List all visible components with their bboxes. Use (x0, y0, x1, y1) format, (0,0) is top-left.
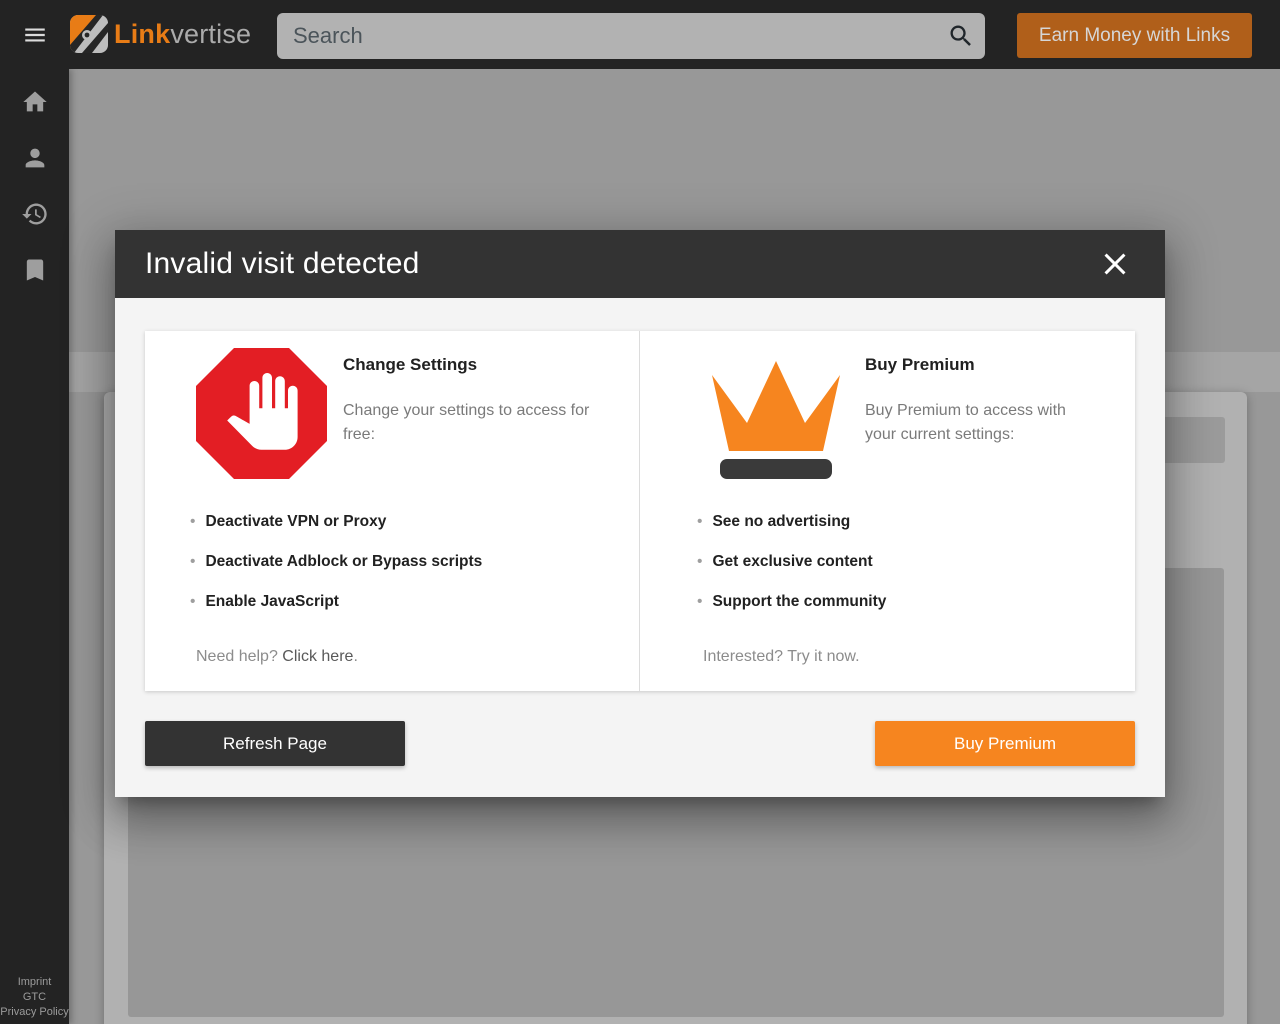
sidebar-item-profile[interactable] (0, 144, 69, 172)
click-here-link[interactable]: Click here (282, 648, 353, 665)
search-input[interactable] (277, 13, 937, 59)
change-settings-bullets: Deactivate VPN or Proxy Deactivate Adblo… (190, 514, 482, 634)
modal-body: Change Settings Change your settings to … (115, 298, 1165, 797)
buy-premium-button[interactable]: Buy Premium (875, 721, 1135, 766)
interested-line: Interested? Try it now. (703, 648, 860, 666)
bullet-item: Deactivate Adblock or Bypass scripts (190, 554, 482, 570)
home-icon (21, 88, 49, 116)
need-help-text: Need help? (196, 648, 278, 665)
change-settings-description: Change your settings to access for free: (343, 399, 593, 447)
person-icon (21, 144, 49, 172)
bullet-item: Enable JavaScript (190, 594, 482, 610)
change-settings-heading: Change Settings (343, 355, 593, 375)
gtc-link[interactable]: GTC (0, 990, 69, 1005)
privacy-policy-link[interactable]: Privacy Policy (0, 1005, 69, 1020)
bullet-item: Deactivate VPN or Proxy (190, 514, 482, 530)
linkvertise-logo-icon (70, 15, 108, 53)
bullet-item: See no advertising (697, 514, 886, 530)
modal-header: Invalid visit detected (115, 230, 1165, 298)
sidebar-item-history[interactable] (0, 200, 69, 228)
buy-premium-column: Buy Premium Buy Premium to access with y… (640, 331, 1135, 691)
options-card: Change Settings Change your settings to … (145, 331, 1135, 691)
imprint-link[interactable]: Imprint (0, 975, 69, 990)
buy-premium-heading: Buy Premium (865, 355, 1095, 375)
invalid-visit-modal: Invalid visit detected Change Settings (115, 230, 1165, 797)
buy-premium-text: Buy Premium Buy Premium to access with y… (865, 355, 1095, 447)
sidebar: Imprint GTC Privacy Policy (0, 69, 69, 1024)
sidebar-footer: Imprint GTC Privacy Policy (0, 975, 69, 1020)
history-icon (21, 200, 49, 228)
earn-money-button[interactable]: Earn Money with Links (1017, 13, 1252, 58)
linkvertise-logo[interactable]: Linkvertise (70, 15, 251, 53)
change-settings-text: Change Settings Change your settings to … (343, 355, 593, 447)
logo-text: Linkvertise (114, 19, 251, 50)
refresh-page-button[interactable]: Refresh Page (145, 721, 405, 766)
need-help-line: Need help? Click here. (196, 648, 358, 666)
bullet-item: Get exclusive content (697, 554, 886, 570)
menu-icon[interactable] (22, 22, 48, 48)
top-header: Linkvertise Earn Money with Links (0, 0, 1280, 69)
buy-premium-bullets: See no advertising Get exclusive content… (697, 514, 886, 634)
search-icon[interactable] (937, 13, 985, 59)
search-bar (277, 13, 985, 59)
bullet-item: Support the community (697, 594, 886, 610)
sidebar-item-bookmarks[interactable] (0, 256, 69, 284)
modal-title: Invalid visit detected (145, 247, 420, 281)
stop-hand-icon (196, 348, 327, 479)
close-icon[interactable] (1095, 244, 1135, 284)
bookmark-icon (21, 256, 49, 284)
crown-icon (706, 357, 846, 481)
buy-premium-description: Buy Premium to access with your current … (865, 399, 1095, 447)
sidebar-item-home[interactable] (0, 88, 69, 116)
change-settings-column: Change Settings Change your settings to … (145, 331, 640, 691)
help-suffix: . (353, 648, 357, 665)
